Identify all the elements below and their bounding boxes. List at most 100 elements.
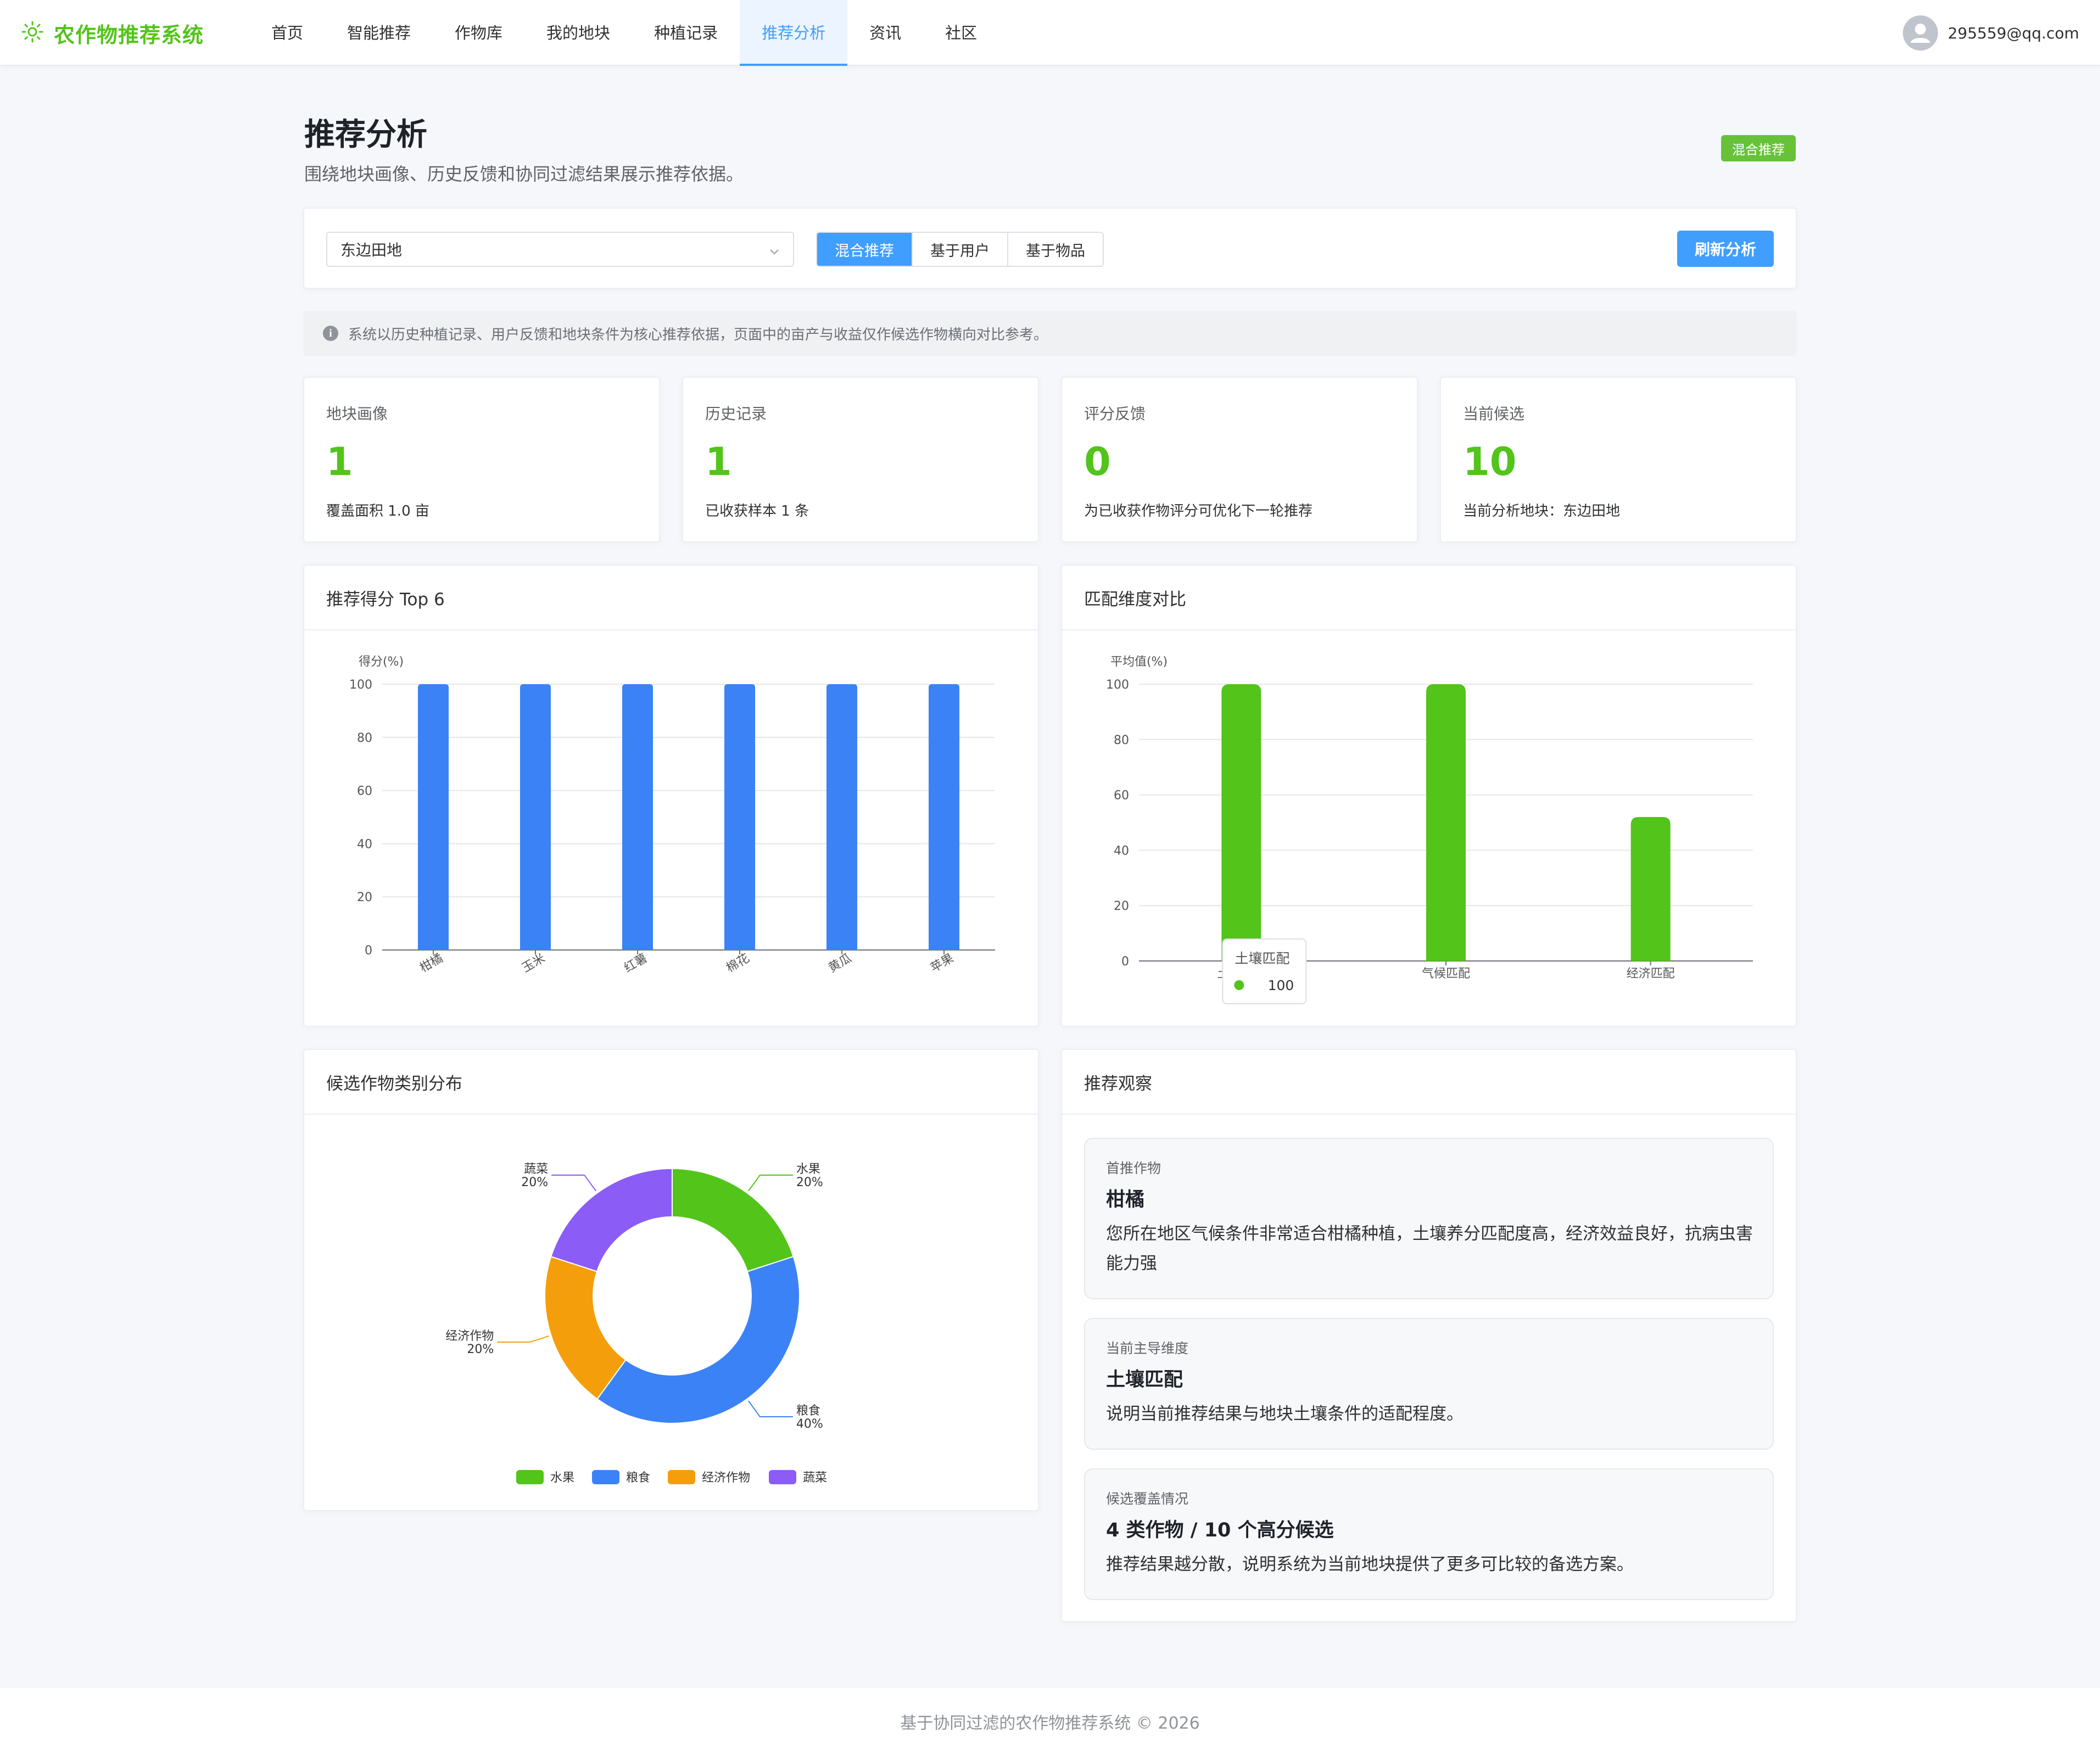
tooltip-box <box>1222 938 1307 1004</box>
bar-柑橘 <box>418 684 449 950</box>
match-bar-chart: 平均值(%) 0 20 40 60 80 100 土壤匹配气候匹配 经济匹配 土壤匹配 100 <box>1106 655 1753 1004</box>
bar-黄瓜 <box>826 684 857 950</box>
score-bar-chart: 得分(%) 0 20 40 60 80 100 柑橘 玉米 红薯 棉花 黄瓜 苹果 <box>349 655 995 976</box>
page-title: 推荐分析 <box>304 117 427 153</box>
y-tick-label: 20 <box>357 891 372 904</box>
slice-水果 <box>672 1167 794 1272</box>
legend-label: 粮食 <box>626 1471 650 1485</box>
y-tick-label: 0 <box>365 944 372 958</box>
x-tick-label: 苹果 <box>928 952 956 976</box>
footer-text: 基于协同过滤的农作物推荐系统 © 2026 <box>900 1714 1200 1733</box>
sun-logo-icon <box>21 20 44 46</box>
y-tick-label: 0 <box>1121 955 1129 969</box>
nav-community[interactable]: 社区 <box>923 0 999 66</box>
slice-label: 蔬菜 <box>524 1162 548 1176</box>
y-tick-label: 60 <box>1114 789 1129 803</box>
notice-text: 系统以历史种植记录、用户反馈和地块条件为核心推荐依据，页面中的亩产与收益仅作候选… <box>348 326 1048 343</box>
stat-label: 当前候选 <box>1463 405 1525 423</box>
category-dist-panel: 候选作物类别分布 水果 20% 粮食 40% 经济作物 20% 蔬菜 20% 水果 粮食 经济作物蔬… <box>303 1049 1039 1511</box>
y-tick-label: 20 <box>1114 899 1129 913</box>
plot-select-value: 东边田地 <box>340 241 403 259</box>
x-tick-label: 经济匹配 <box>1627 967 1675 981</box>
nav-planting-records[interactable]: 种植记录 <box>632 0 740 66</box>
x-tick-label: 黄瓜 <box>826 952 854 976</box>
insight-title: 4 类作物 / 10 个高分候选 <box>1106 1519 1334 1541</box>
nav-my-plots[interactable]: 我的地块 <box>524 0 632 66</box>
tooltip-marker <box>1234 980 1244 990</box>
y-axis-label: 平均值(%) <box>1110 655 1168 669</box>
mode-item-based-button[interactable]: 基于物品 <box>1007 233 1103 266</box>
bar-经济匹配 <box>1630 817 1671 961</box>
user-menu[interactable]: 295559@qq.com <box>1902 14 2079 52</box>
insight-label: 首推作物 <box>1106 1160 1161 1176</box>
slice-蔬菜 <box>550 1167 673 1272</box>
y-tick-label: 100 <box>1106 678 1129 692</box>
nav-home[interactable]: 首页 <box>249 0 325 66</box>
legend-label: 经济作物 <box>702 1471 750 1485</box>
stat-card-plot-profile: 地块画像 1 覆盖面积 1.0 亩 <box>303 377 660 543</box>
insight-label: 候选覆盖情况 <box>1106 1491 1189 1507</box>
stat-label: 历史记录 <box>705 405 767 423</box>
info-notice: i 系统以历史种植记录、用户反馈和地块条件为核心推荐依据，页面中的亩产与收益仅作… <box>303 311 1797 356</box>
stat-note: 已收获样本 1 条 <box>705 503 809 519</box>
y-tick-label: 100 <box>349 678 372 692</box>
insight-card-dominant-dim: 当前主导维度 土壤匹配 说明当前推荐结果与地块土壤条件的适配程度。 <box>1084 1318 1774 1450</box>
y-tick-label: 40 <box>357 837 372 851</box>
mode-switch: 混合推荐 基于用户 基于物品 <box>816 232 1104 267</box>
category-donut-chart: 水果20%粮食40%经济作物20%蔬菜20%水果 粮食 经济作物 蔬菜 <box>445 1162 827 1485</box>
nav-recommend-analysis[interactable]: 推荐分析 <box>740 0 848 66</box>
x-tick-label: 玉米 <box>520 952 548 976</box>
bar-玉米 <box>520 684 551 950</box>
nav-smart-recommend[interactable]: 智能推荐 <box>325 0 433 66</box>
slice-label: 经济作物 <box>445 1329 494 1343</box>
leader-line <box>747 1400 793 1418</box>
stat-card-feedback: 评分反馈 0 为已收获作物评分可优化下一轮推荐 <box>1061 377 1418 543</box>
stat-card-history: 历史记录 1 已收获样本 1 条 <box>682 377 1039 543</box>
stat-label: 评分反馈 <box>1084 405 1146 423</box>
refresh-analysis-button[interactable]: 刷新分析 <box>1677 231 1774 267</box>
match-dims-panel: 匹配维度对比 平均值(%)020406080100土壤匹配气候匹配经济匹配土壤匹… <box>1061 564 1797 1027</box>
mode-hybrid-button[interactable]: 混合推荐 <box>817 233 912 266</box>
legend-label: 蔬菜 <box>803 1471 827 1485</box>
leader-line <box>551 1174 597 1192</box>
legend-swatch-经济作物 <box>668 1470 695 1484</box>
bar-气候匹配 <box>1426 684 1466 961</box>
x-tick-label: 棉花 <box>724 952 752 976</box>
chevron-down-icon <box>768 244 781 262</box>
stat-value: 0 <box>1084 439 1111 484</box>
plot-select[interactable]: 东边田地 <box>326 232 794 267</box>
tooltip-category: 土壤匹配 <box>1235 951 1289 966</box>
slice-percent: 40% <box>796 1417 823 1431</box>
insight-desc: 推荐结果越分散，说明系统为当前地块提供了更多可比较的备选方案。 <box>1106 1555 1634 1574</box>
leader-line <box>747 1174 793 1192</box>
slice-label: 粮食 <box>796 1404 820 1418</box>
brand[interactable]: 农作物推荐系统 <box>21 16 204 49</box>
stat-value: 10 <box>1463 439 1517 484</box>
legend-swatch-蔬菜 <box>769 1470 796 1484</box>
x-tick-label: 柑橘 <box>417 952 445 976</box>
x-tick-label: 气候匹配 <box>1422 967 1470 981</box>
bar-红薯 <box>622 684 653 950</box>
mode-user-based-button[interactable]: 基于用户 <box>912 233 1007 266</box>
y-tick-label: 40 <box>1114 844 1129 858</box>
footer: 基于协同过滤的农作物推荐系统 © 2026 <box>0 1688 2100 1755</box>
y-axis-label: 得分(%) <box>359 655 404 669</box>
nav-news[interactable]: 资讯 <box>847 0 923 66</box>
bar-土壤匹配 <box>1221 684 1261 961</box>
nav-crop-library[interactable]: 作物库 <box>433 0 524 66</box>
user-email[interactable]: 295559@qq.com <box>1948 24 2079 42</box>
info-icon: i <box>323 326 338 341</box>
insight-desc: 说明当前推荐结果与地块土壤条件的适配程度。 <box>1106 1404 1464 1424</box>
user-icon <box>1910 24 1930 43</box>
stat-note: 当前分析地块：东边田地 <box>1463 503 1621 519</box>
insights-panel: 推荐观察 首推作物 柑橘 您所在地区气候条件非常适合柑橘种植，土壤养分匹配度高，… <box>1061 1049 1797 1622</box>
insight-label: 当前主导维度 <box>1106 1340 1189 1356</box>
insight-desc: 您所在地区气候条件非常适合柑橘种植，土壤养分匹配度高，经济效益良好，抗病虫害能力… <box>1106 1224 1753 1273</box>
legend-swatch-粮食 <box>592 1470 619 1484</box>
score-top-panel: 推荐得分 Top 6 得分(%) 0 20 40 60 80 100 柑橘 玉米 红薯 棉花 黄瓜 苹果 <box>303 564 1039 1027</box>
chart-tooltip: 土壤匹配 100 <box>1222 938 1307 1004</box>
avatar[interactable] <box>1902 15 1938 51</box>
mode-badge: 混合推荐 <box>1721 135 1796 161</box>
stat-value: 1 <box>326 439 353 484</box>
slice-percent: 20% <box>467 1343 494 1356</box>
